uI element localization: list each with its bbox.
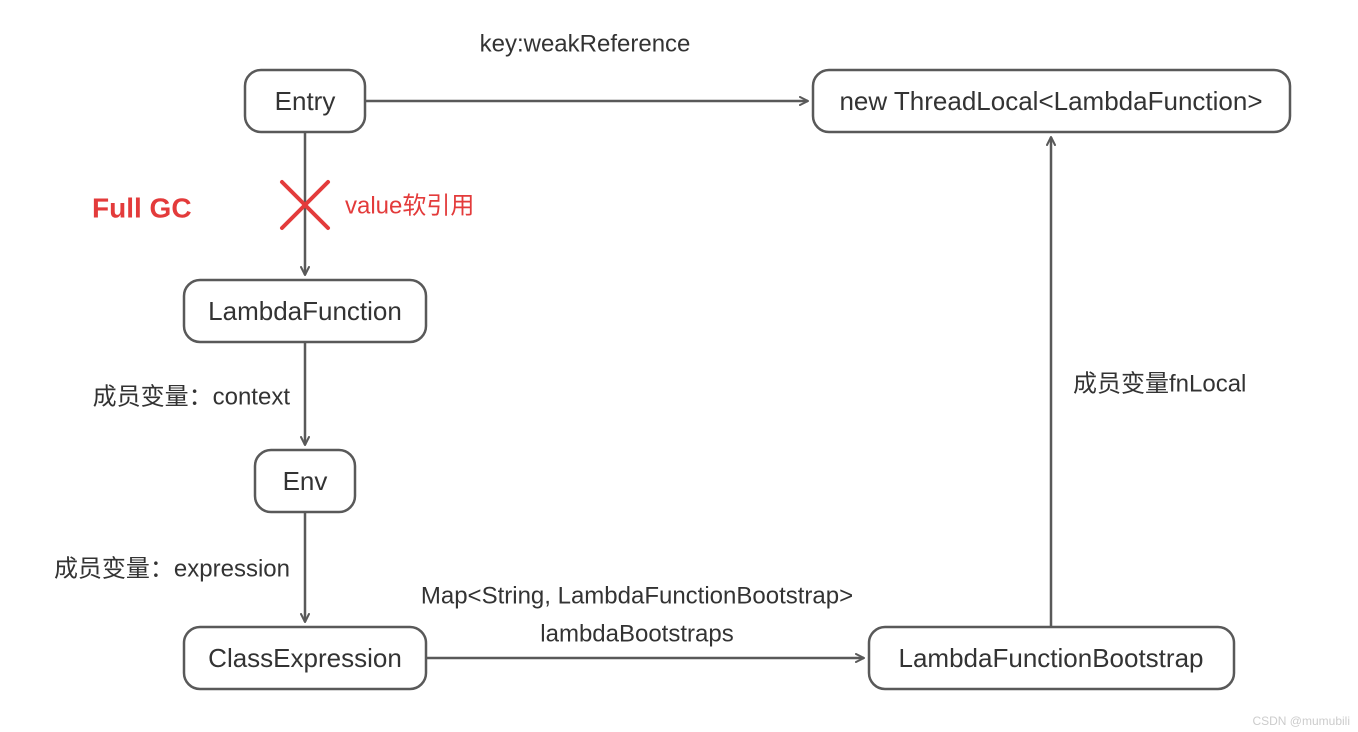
edge-member-context-label: 成员变量：context [93, 383, 291, 410]
edge-env-to-classexpression: 成员变量：expression [54, 512, 305, 622]
edge-bootstrap-to-threadlocal: 成员变量fnLocal [1051, 137, 1246, 627]
node-env: Env [255, 450, 355, 512]
node-threadlocal-label: new ThreadLocal<LambdaFunction> [839, 86, 1262, 116]
node-lambdafunction: LambdaFunction [184, 280, 426, 342]
node-entry: Entry [245, 70, 365, 132]
node-bootstrap-label: LambdaFunctionBootstrap [899, 643, 1204, 673]
node-classexpression: ClassExpression [184, 627, 426, 689]
node-lambdafunction-label: LambdaFunction [208, 296, 402, 326]
edge-classexpression-to-bootstrap: Map<String, LambdaFunctionBootstrap> lam… [421, 582, 864, 658]
edge-lambdafunction-to-env: 成员变量：context [93, 342, 305, 445]
edge-entry-to-threadlocal: key:weakReference [365, 30, 808, 101]
edge-member-fnlocal-label: 成员变量fnLocal [1073, 370, 1246, 397]
edge-map-type-label: Map<String, LambdaFunctionBootstrap> [421, 582, 853, 609]
edge-value-softref-label: value软引用 [345, 192, 474, 219]
node-threadlocal: new ThreadLocal<LambdaFunction> [813, 70, 1290, 132]
node-env-label: Env [283, 466, 328, 496]
annotation-full-gc: Full GC [92, 192, 192, 223]
edge-member-expression-label: 成员变量：expression [54, 555, 290, 582]
edge-lambda-bootstraps-label: lambdaBootstraps [540, 620, 733, 647]
edge-entry-to-lambdafunction: value软引用 [282, 132, 474, 275]
node-entry-label: Entry [275, 86, 336, 116]
watermark: CSDN @mumubili [1252, 714, 1350, 728]
node-bootstrap: LambdaFunctionBootstrap [869, 627, 1234, 689]
edge-key-weakref-label: key:weakReference [480, 30, 691, 57]
node-classexpression-label: ClassExpression [208, 643, 402, 673]
